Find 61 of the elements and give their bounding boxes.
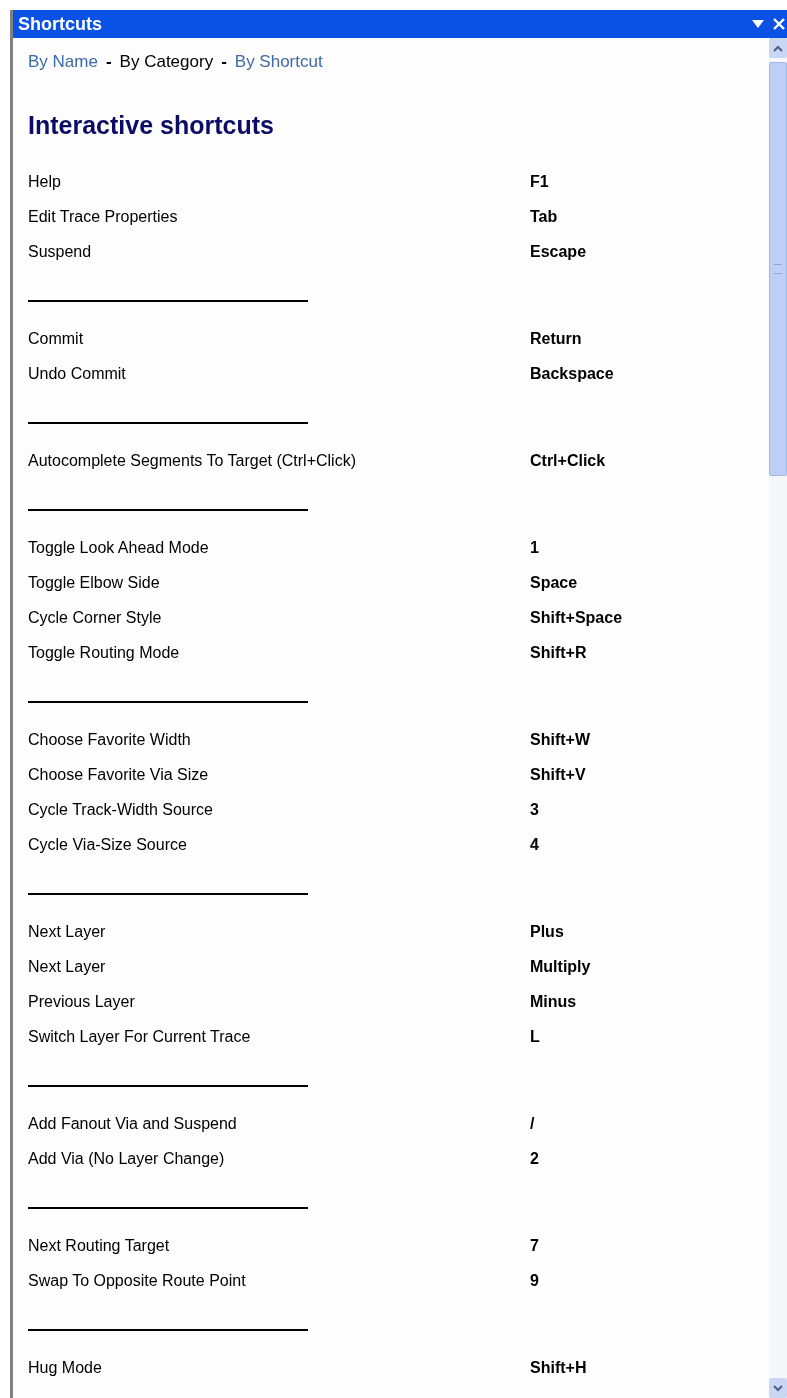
shortcut-key: Plus	[530, 922, 564, 941]
dropdown-icon[interactable]	[751, 19, 765, 29]
action-label: Next Layer	[28, 922, 107, 941]
shortcut-key: Multiply	[530, 957, 591, 976]
action-label: Swap To Opposite Route Point	[28, 1271, 247, 1290]
shortcut-key: L	[530, 1027, 540, 1046]
shortcut-key: Tab	[530, 207, 558, 226]
shortcut-key: Shift+V	[530, 765, 586, 784]
scroll-up-button[interactable]	[769, 38, 787, 58]
close-icon[interactable]	[773, 18, 785, 30]
shortcut-key: 2	[530, 1149, 539, 1168]
action-label: Commit	[28, 329, 85, 348]
action-label: Undo Commit	[28, 364, 127, 383]
action-label: Toggle Elbow Side	[28, 573, 161, 592]
shortcut-key: /	[530, 1114, 535, 1133]
action-label: Hug Mode	[28, 1358, 103, 1377]
shortcut-key: Shift+Space	[530, 608, 623, 627]
view-link[interactable]: By Category	[119, 52, 214, 72]
action-label: Previous Layer	[28, 992, 136, 1011]
shortcut-key: Shift+H	[530, 1358, 587, 1377]
shortcut-key: Escape	[530, 242, 587, 261]
action-label: Choose Favorite Width	[28, 730, 192, 749]
shortcut-key: Return	[530, 329, 582, 348]
window-title: Shortcuts	[18, 13, 103, 35]
section-heading: Interactive shortcuts	[28, 109, 275, 141]
action-label: Cycle Track-Width Source	[28, 800, 214, 819]
shortcut-key: 3	[530, 800, 539, 819]
action-label: Toggle Look Ahead Mode	[28, 538, 210, 557]
view-link[interactable]: By Shortcut	[234, 52, 323, 72]
view-link[interactable]: By Name	[28, 52, 98, 72]
action-label: Cycle Corner Style	[28, 608, 163, 627]
action-label: Choose Favorite Via Size	[28, 765, 210, 784]
shortcut-key: 7	[530, 1236, 539, 1255]
scrollbar[interactable]	[769, 38, 787, 1398]
action-label: Next Layer	[28, 957, 107, 976]
shortcut-key: Backspace	[530, 364, 614, 383]
shortcut-key: F1	[530, 172, 549, 191]
action-label: Autocomplete Segments To Target (Ctrl+Click)	[28, 451, 357, 470]
action-label: Switch Layer For Current Trace	[28, 1027, 252, 1046]
scroll-down-button[interactable]	[769, 1378, 787, 1398]
action-label: Cycle Via-Size Source	[28, 835, 188, 854]
action-label: Next Routing Target	[28, 1236, 171, 1255]
shortcut-key: 4	[530, 835, 539, 854]
action-label: Toggle Routing Mode	[28, 643, 181, 662]
action-label: Suspend	[28, 242, 93, 261]
shortcut-key: 9	[530, 1271, 539, 1290]
separator-dot: -	[221, 52, 227, 72]
action-label: Edit Trace Properties	[28, 207, 179, 226]
action-label: Add Fanout Via and Suspend	[28, 1114, 238, 1133]
shortcut-key: Space	[530, 573, 578, 592]
shortcut-key: 1	[530, 538, 539, 557]
shortcut-key: Ctrl+Click	[530, 451, 606, 470]
shortcut-key: Shift+R	[530, 643, 587, 662]
scroll-thumb[interactable]	[769, 62, 787, 476]
action-label: Help	[28, 172, 62, 191]
caret-up-icon	[773, 44, 783, 52]
action-label: Add Via (No Layer Change)	[28, 1149, 226, 1168]
shortcut-key: Shift+W	[530, 730, 590, 749]
shortcut-key: Minus	[530, 992, 577, 1011]
caret-down-icon	[773, 1384, 783, 1392]
separator-dot: -	[105, 52, 112, 72]
